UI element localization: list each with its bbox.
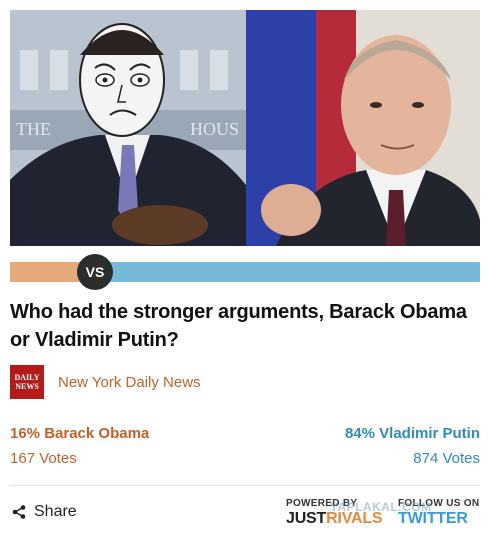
share-button[interactable]: Share bbox=[12, 503, 77, 521]
svg-text:HOUS: HOUS bbox=[190, 119, 239, 139]
share-icon bbox=[12, 505, 26, 519]
site-watermark: YAPLAKAL.COM bbox=[330, 500, 432, 514]
putin-vote-count: 874 Votes bbox=[413, 450, 480, 467]
logo-line1: DAILY bbox=[14, 373, 40, 382]
obama-vote-count: 167 Votes bbox=[10, 450, 77, 467]
obama-result[interactable]: 16% Barack Obama 167 Votes bbox=[10, 424, 149, 469]
vs-badge: VS bbox=[77, 254, 113, 290]
barack-obama-illustration: THE HOUS bbox=[10, 10, 246, 246]
putin-result-label[interactable]: 84% Vladimir Putin bbox=[345, 424, 480, 444]
daily-news-logo: DAILY NEWS bbox=[10, 365, 44, 399]
poll-source[interactable]: DAILY NEWS New York Daily News bbox=[10, 365, 201, 399]
putin-vote-bar bbox=[85, 262, 480, 282]
vote-percentage-bar: VS bbox=[10, 254, 480, 290]
svg-text:THE: THE bbox=[16, 119, 51, 139]
share-label: Share bbox=[34, 503, 77, 520]
putin-result[interactable]: 84% Vladimir Putin 874 Votes bbox=[345, 424, 480, 469]
obama-result-label[interactable]: 16% Barack Obama bbox=[10, 424, 149, 444]
divider bbox=[10, 485, 480, 486]
poll-question: Who had the stronger arguments, Barack O… bbox=[10, 301, 467, 351]
logo-line2: NEWS bbox=[15, 382, 39, 391]
vladimir-putin-photo[interactable] bbox=[246, 10, 480, 246]
barack-obama-photo[interactable]: THE HOUS bbox=[10, 10, 246, 246]
vladimir-putin-illustration bbox=[246, 10, 480, 246]
source-name[interactable]: New York Daily News bbox=[58, 374, 201, 391]
obama-vote-bar bbox=[10, 262, 86, 282]
brand-just: JUST bbox=[286, 510, 327, 527]
contestant-photos: THE HOUS bbox=[10, 10, 480, 246]
